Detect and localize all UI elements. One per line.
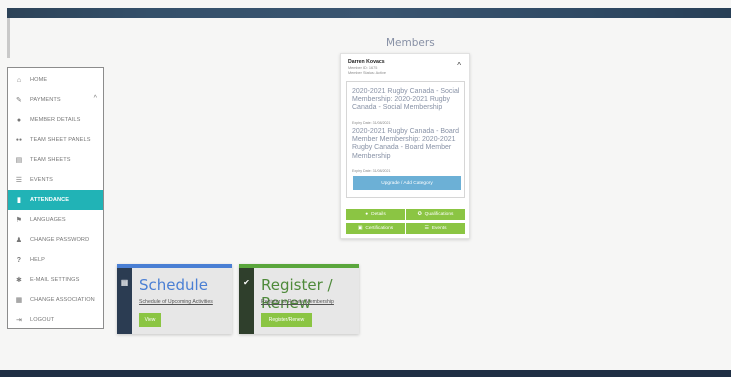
sidebar-item-home[interactable]: ⌂ HOME: [8, 70, 103, 90]
sidebar-item-label: E-MAIL SETTINGS: [30, 277, 80, 283]
sidebar-item-label: LANGUAGES: [30, 217, 66, 223]
bottom-bar: [0, 370, 731, 377]
sidebar-item-help[interactable]: ? HELP: [8, 250, 103, 270]
sidebar-item-email-settings[interactable]: ✱ E-MAIL SETTINGS: [8, 270, 103, 290]
question-icon: ?: [16, 256, 22, 264]
sidebar-item-logout[interactable]: ⇥ LOGOUT: [8, 310, 103, 330]
page-title: Members: [386, 37, 435, 49]
gear-icon: ✱: [16, 277, 22, 284]
home-icon: ⌂: [16, 76, 22, 84]
membership-title: 2020-2021 Rugby Canada - Social Membersh…: [352, 88, 460, 112]
register-renew-card: ✔ Register / Renew Register or Renew Mem…: [239, 264, 359, 334]
sidebar-item-label: HELP: [30, 257, 46, 263]
clipboard-check-icon: ▮: [17, 197, 21, 204]
chevron-up-icon[interactable]: ^: [94, 95, 97, 102]
member-id: Member ID: 1675: [348, 66, 378, 70]
sidebar-item-events[interactable]: ☰ EVENTS: [8, 170, 103, 190]
building-icon: ▦: [15, 297, 23, 304]
membership-expiry: Expiry Date: 31/08/2021: [352, 169, 391, 173]
calendar-icon: ▦: [117, 268, 132, 334]
sidebar-item-label: CHANGE ASSOCIATION: [30, 297, 95, 303]
sidebar-item-attendance[interactable]: ▮ ATTENDANCE: [8, 190, 103, 210]
events-label: Events: [431, 226, 447, 231]
qualifications-button[interactable]: ✪ Qualifications: [406, 209, 465, 220]
user-icon: ●: [365, 212, 369, 217]
register-card-accent: [239, 264, 359, 268]
register-title: Register / Renew: [261, 276, 333, 312]
sidebar-item-payments[interactable]: ✎ PAYMENTS ^: [8, 90, 103, 110]
schedule-link[interactable]: Schedule of Upcoming Activities: [139, 299, 213, 305]
flag-icon: ⚑: [15, 217, 23, 224]
sidebar-item-label: TEAM SHEET PANELS: [30, 137, 91, 143]
member-panel: Darren Kovacs Member ID: 1675 Member Sta…: [340, 53, 470, 239]
left-edge-divider: [7, 18, 10, 58]
sidebar-item-team-sheets[interactable]: ▤ TEAM SHEETS: [8, 150, 103, 170]
register-renew-button[interactable]: Register/Renew: [261, 313, 312, 327]
member-name: Darren Kovacs: [348, 59, 385, 65]
qualifications-label: Qualifications: [424, 212, 454, 217]
edit-icon: ✎: [16, 97, 22, 104]
list-icon: ☰: [424, 226, 429, 231]
sidebar-item-change-association[interactable]: ▦ CHANGE ASSOCIATION: [8, 290, 103, 310]
sidebar-item-label: HOME: [30, 77, 48, 83]
top-header-bar: [7, 8, 731, 18]
membership-list: 2020-2021 Rugby Canada - Social Membersh…: [346, 81, 465, 198]
users-icon: ●●: [15, 137, 23, 143]
list-icon: ☰: [15, 177, 23, 184]
sidebar-item-member-details[interactable]: ● MEMBER DETAILS: [8, 110, 103, 130]
user-icon: ●: [16, 116, 22, 124]
user-check-icon: ✔: [239, 268, 254, 334]
logout-icon: ⇥: [16, 317, 22, 324]
sidebar-item-team-sheet-panels[interactable]: ●● TEAM SHEET PANELS: [8, 130, 103, 150]
certificate-icon: ▣: [357, 226, 363, 231]
certifications-button[interactable]: ▣ Certifications: [346, 223, 405, 234]
events-button[interactable]: ☰ Events: [406, 223, 465, 234]
sidebar-item-label: ATTENDANCE: [30, 197, 70, 203]
register-link[interactable]: Register or Renew Membership: [261, 299, 334, 305]
membership-expiry: Expiry Date: 31/08/2021: [352, 121, 391, 125]
sidebar-item-label: CHANGE PASSWORD: [30, 237, 90, 243]
sidebar-item-label: PAYMENTS: [30, 97, 61, 103]
schedule-card: ▦ Schedule Schedule of Upcoming Activiti…: [117, 264, 232, 334]
schedule-card-accent: [117, 264, 232, 268]
member-status: Member Status: Active: [348, 71, 386, 75]
upgrade-add-category-button[interactable]: Upgrade / Add Category: [353, 176, 461, 190]
membership-title: 2020-2021 Rugby Canada - Board Member Me…: [352, 128, 460, 160]
sidebar-item-label: EVENTS: [30, 177, 53, 183]
badge-icon: ✪: [417, 212, 422, 217]
certifications-label: Certifications: [365, 226, 394, 231]
sidebar-item-label: TEAM SHEETS: [30, 157, 71, 163]
sidebar-item-label: LOGOUT: [30, 317, 55, 323]
collapse-chevron-icon[interactable]: ^: [457, 61, 461, 70]
clipboard-icon: ▤: [15, 157, 23, 164]
sidebar-item-languages[interactable]: ⚑ LANGUAGES: [8, 210, 103, 230]
sidebar-nav: ⌂ HOME ✎ PAYMENTS ^ ● MEMBER DETAILS ●● …: [7, 67, 104, 329]
view-button[interactable]: View: [139, 313, 161, 327]
user-key-icon: ♟: [15, 237, 23, 244]
details-button[interactable]: ● Details: [346, 209, 405, 220]
sidebar-item-label: MEMBER DETAILS: [30, 117, 81, 123]
sidebar-item-change-password[interactable]: ♟ CHANGE PASSWORD: [8, 230, 103, 250]
details-label: Details: [371, 212, 386, 217]
schedule-title: Schedule: [139, 276, 208, 294]
